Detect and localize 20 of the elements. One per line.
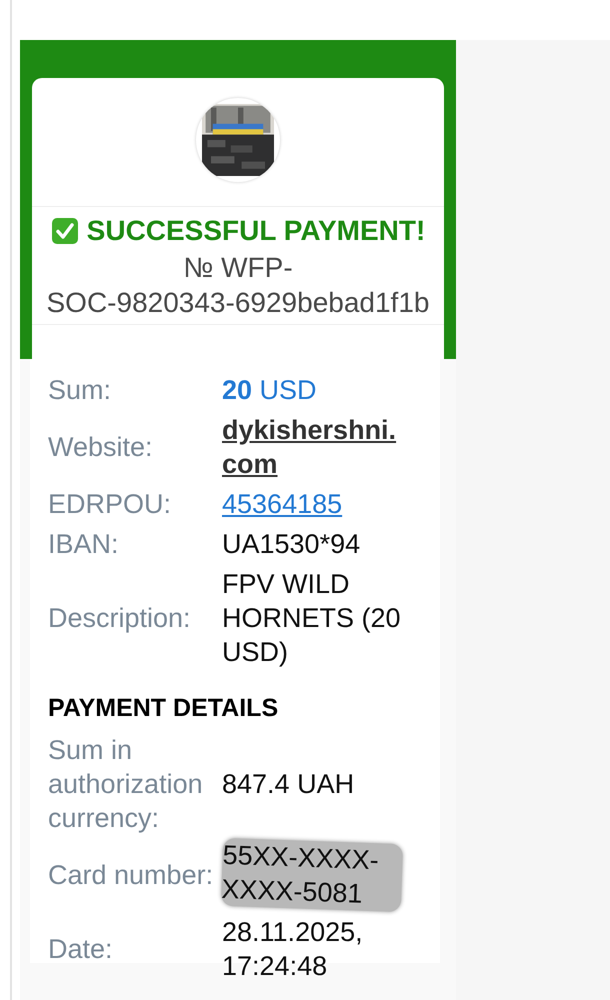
code-link[interactable]: 45364185 (222, 487, 342, 521)
redacted-value: 55XX-XXXX-XXXX-5081 (220, 838, 404, 912)
check-icon (50, 217, 79, 245)
field-value: UA1530*94 (222, 528, 362, 561)
amount-value: 20 USD (222, 374, 318, 407)
order-number: № WFP- SOC-9820343-6929bebad1f1b (32, 250, 444, 325)
field-label: Website: (48, 431, 154, 464)
field-label: Sum: (48, 374, 112, 407)
field-label: Card number: (48, 859, 214, 892)
field-value: 847.4 UAH (222, 768, 356, 801)
status-title: SUCCESSFUL PAYMENT! (86, 214, 426, 248)
field-label: EDRPOU: (48, 488, 172, 521)
field-value: 28.11.2025, 17:24:48 (222, 916, 364, 983)
field-label: Sum in authorization currency: (48, 734, 204, 835)
field-label: Description: (48, 602, 192, 635)
section-heading: PAYMENT DETAILS (48, 693, 280, 724)
website-link[interactable]: dykishershni.com (222, 413, 410, 481)
field-label: Date: (48, 933, 114, 966)
field-value: FPV WILD HORNETS (20 USD) (222, 568, 402, 669)
field-label: IBAN: (48, 528, 120, 561)
